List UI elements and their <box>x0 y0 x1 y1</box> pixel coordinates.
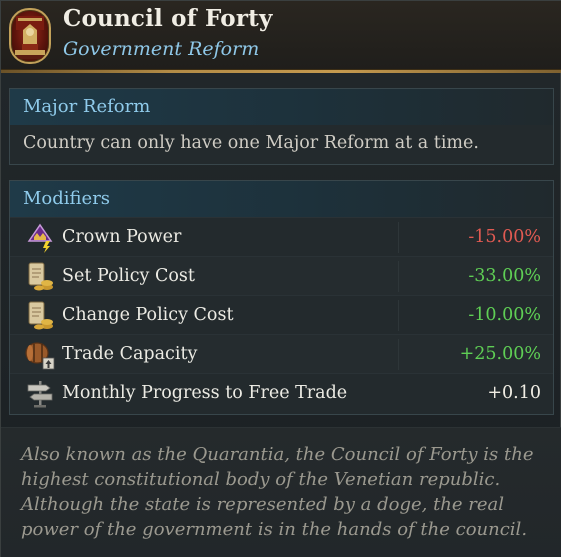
modifiers-panel: Modifiers Crown Power -15.00% Set Policy… <box>9 180 554 415</box>
column-divider <box>398 261 399 292</box>
policy-scroll-coins-icon <box>24 299 56 331</box>
council-throne-icon <box>9 8 51 64</box>
lore-text: Also known as the Quarantia, the Council… <box>21 444 534 540</box>
reform-title: Council of Forty <box>63 5 273 32</box>
major-reform-text: Country can only have one Major Reform a… <box>23 133 479 153</box>
modifiers-heading: Modifiers <box>10 181 553 217</box>
policy-scroll-coins-icon <box>24 260 56 292</box>
header-divider <box>1 69 561 73</box>
modifier-label: Set Policy Cost <box>62 266 195 286</box>
modifier-row-free-trade-progress[interactable]: Monthly Progress to Free Trade +0.10 <box>10 373 553 412</box>
modifier-row-trade-capacity[interactable]: Trade Capacity +25.00% <box>10 334 553 373</box>
modifier-value: -33.00% <box>468 266 541 286</box>
reform-subtitle: Government Reform <box>63 38 260 60</box>
signpost-icon <box>24 377 56 409</box>
modifier-label: Trade Capacity <box>62 344 198 364</box>
crown-power-icon <box>24 221 56 253</box>
modifier-value: +0.10 <box>487 383 541 403</box>
tooltip-header: Council of Forty Government Reform <box>1 1 561 71</box>
modifier-value: -15.00% <box>468 227 541 247</box>
column-divider <box>398 339 399 370</box>
modifier-value: -10.00% <box>468 305 541 325</box>
modifier-label: Crown Power <box>62 227 182 247</box>
reform-tooltip: Council of Forty Government Reform Major… <box>0 0 561 557</box>
column-divider <box>398 222 399 253</box>
trade-barrel-icon <box>24 338 56 370</box>
column-divider <box>398 300 399 331</box>
modifier-row-change-policy-cost[interactable]: Change Policy Cost -10.00% <box>10 295 553 334</box>
modifier-row-crown-power[interactable]: Crown Power -15.00% <box>10 217 553 256</box>
modifier-row-set-policy-cost[interactable]: Set Policy Cost -33.00% <box>10 256 553 295</box>
modifier-label: Change Policy Cost <box>62 305 234 325</box>
modifier-label: Monthly Progress to Free Trade <box>62 383 348 403</box>
major-reform-heading: Major Reform <box>10 89 553 125</box>
modifier-value: +25.00% <box>459 344 541 364</box>
major-reform-panel: Major Reform Country can only have one M… <box>9 88 554 165</box>
